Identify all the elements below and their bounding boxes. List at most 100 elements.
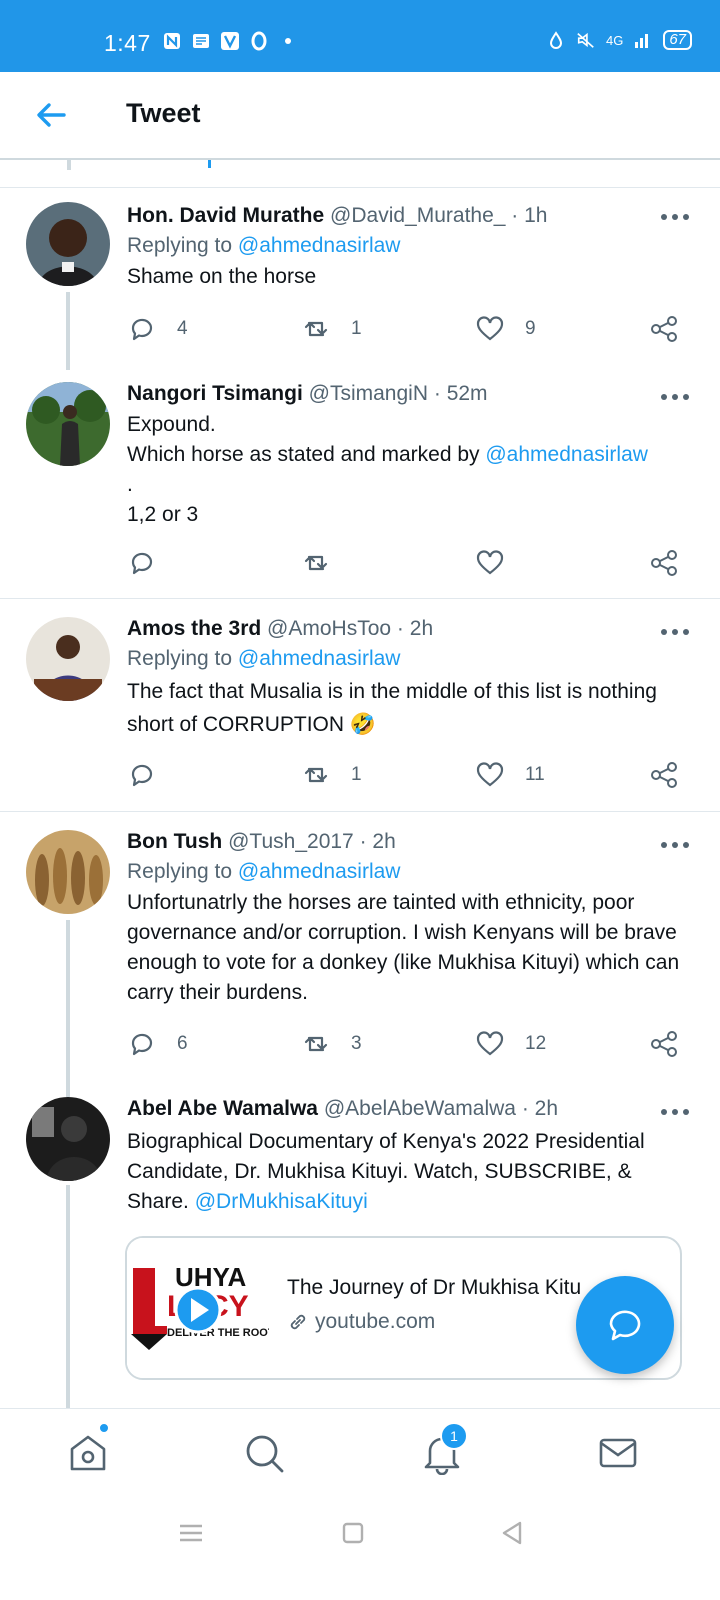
share-icon [651, 762, 677, 788]
retweet-button[interactable]: 3 [301, 1029, 362, 1059]
status-time: 1:47 [104, 30, 151, 56]
back-triangle-icon[interactable] [498, 1518, 528, 1548]
tweet-amos-the-3rd[interactable]: Amos the 3rd @AmoHsToo · 2h Replying to … [0, 599, 720, 811]
avatar[interactable] [26, 202, 110, 286]
tweet-meta: Hon. David Murathe @David_Murathe_ · 1h [127, 204, 548, 227]
tweet-david-murathe[interactable]: Hon. David Murathe @David_Murathe_ · 1h … [0, 188, 720, 370]
reply-button[interactable] [127, 548, 157, 578]
user-handle[interactable]: @AbelAbeWamalwa [324, 1097, 516, 1120]
reply-button[interactable]: 4 [127, 314, 188, 344]
share-button[interactable] [649, 1029, 679, 1059]
link-icon [290, 1314, 306, 1330]
tweet-time: 1h [524, 204, 548, 227]
nav-messages[interactable] [596, 1431, 640, 1475]
retweet-button[interactable] [301, 548, 331, 578]
compose-reply-button[interactable] [576, 1276, 674, 1374]
o-app-icon [251, 31, 267, 51]
mention-link[interactable]: @ahmednasirlaw [238, 234, 401, 257]
share-button[interactable] [649, 548, 679, 578]
tweet-bon-tush[interactable]: Bon Tush @Tush_2017 · 2h Replying to @ah… [0, 812, 720, 1085]
mention-link[interactable]: @DrMukhisaKituyi [195, 1190, 368, 1213]
retweet-button[interactable]: 1 [301, 760, 362, 790]
user-handle[interactable]: @AmoHsToo [267, 617, 391, 640]
like-button[interactable]: 11 [475, 760, 545, 790]
tweet-text: Unfortunatrly the horses are tainted wit… [127, 891, 680, 1004]
thread-line [66, 920, 70, 1085]
tweet-meta: Amos the 3rd @AmoHsToo · 2h [127, 617, 434, 640]
mail-icon [599, 1438, 637, 1468]
retweet-icon [304, 321, 328, 337]
more-options-icon[interactable] [660, 212, 690, 222]
display-name[interactable]: Amos the 3rd [127, 617, 261, 640]
retweet-count: 1 [351, 318, 362, 339]
user-handle[interactable]: @Tush_2017 [228, 830, 354, 853]
user-handle[interactable]: @David_Murathe_ [330, 204, 505, 227]
reply-icon [131, 764, 153, 787]
tweet-meta: Nangori Tsimangi @TsimangiN · 52m [127, 382, 488, 405]
mute-icon [577, 32, 594, 48]
nav-search[interactable] [242, 1431, 286, 1475]
nav-home[interactable] [66, 1431, 110, 1475]
retweet-button[interactable]: 1 [301, 314, 362, 344]
like-count: 11 [525, 764, 545, 785]
share-button[interactable] [649, 314, 679, 344]
home-square-icon[interactable] [338, 1518, 368, 1548]
replying-to: Replying to @ahmednasirlaw [127, 647, 401, 670]
replying-to: Replying to @ahmednasirlaw [127, 234, 401, 257]
reply-count: 6 [177, 1033, 188, 1054]
like-button[interactable]: 12 [475, 1029, 546, 1059]
mention-link[interactable]: @ahmednasirlaw [485, 443, 648, 466]
share-icon [651, 316, 677, 342]
tweet-nangori-tsimangi[interactable]: Nangori Tsimangi @TsimangiN · 52m Expoun… [0, 370, 720, 598]
display-name[interactable]: Abel Abe Wamalwa [127, 1097, 318, 1120]
avatar[interactable] [26, 617, 110, 701]
retweet-count: 1 [351, 764, 362, 785]
notification-icons [162, 31, 298, 51]
video-thumbnail[interactable]: UHYA LACY DELIVER THE ROOT [127, 1238, 275, 1378]
mention-link[interactable]: @ahmednasirlaw [238, 860, 401, 883]
message-app-icon [193, 34, 209, 48]
back-arrow-icon[interactable] [34, 98, 68, 132]
avatar[interactable] [26, 382, 110, 466]
like-button[interactable]: 9 [475, 314, 536, 344]
tweet-text: Biographical Documentary of Kenya's 2022… [127, 1130, 645, 1213]
mention-link[interactable]: @ahmednasirlaw [238, 647, 401, 670]
reply-button[interactable]: 6 [127, 1029, 188, 1059]
retweet-icon [304, 1036, 328, 1052]
card-domain: youtube.com [287, 1310, 435, 1334]
more-options-icon[interactable] [660, 1107, 690, 1117]
share-button[interactable] [649, 760, 679, 790]
retweet-icon [304, 767, 328, 783]
reply-icon [131, 552, 153, 575]
search-icon [246, 1435, 284, 1473]
tweet-time: 2h [409, 617, 434, 640]
thread-line [66, 1085, 70, 1097]
more-options-icon[interactable] [660, 840, 690, 850]
home-new-dot [98, 1422, 110, 1434]
avatar[interactable] [26, 1097, 110, 1181]
user-handle[interactable]: @TsimangiN [309, 382, 428, 405]
recent-apps-icon[interactable] [176, 1518, 206, 1548]
heart-icon [476, 1031, 504, 1056]
reply-button[interactable] [127, 760, 157, 790]
more-options-icon[interactable] [660, 392, 690, 402]
more-options-icon[interactable] [660, 627, 690, 637]
drop-icon [549, 31, 562, 49]
thread-fragment [208, 160, 211, 168]
display-name[interactable]: Nangori Tsimangi [127, 382, 303, 405]
signal-icon [635, 34, 649, 48]
status-bar: 1:47 4G 67 [0, 0, 720, 72]
tweet-meta: Bon Tush @Tush_2017 · 2h [127, 830, 396, 853]
display-name[interactable]: Hon. David Murathe [127, 204, 324, 227]
tweet-meta: Abel Abe Wamalwa @AbelAbeWamalwa · 2h [127, 1097, 559, 1120]
display-name[interactable]: Bon Tush [127, 830, 222, 853]
tweet-time: 52m [446, 382, 488, 405]
n-app-icon [164, 33, 180, 49]
tweet-actions: 6 3 12 [127, 1029, 687, 1065]
heart-icon [476, 762, 504, 787]
thread-line [66, 292, 70, 370]
like-button[interactable] [475, 548, 505, 578]
network-type: 4G [605, 32, 624, 48]
system-navigation [0, 1498, 720, 1600]
avatar[interactable] [26, 830, 110, 914]
